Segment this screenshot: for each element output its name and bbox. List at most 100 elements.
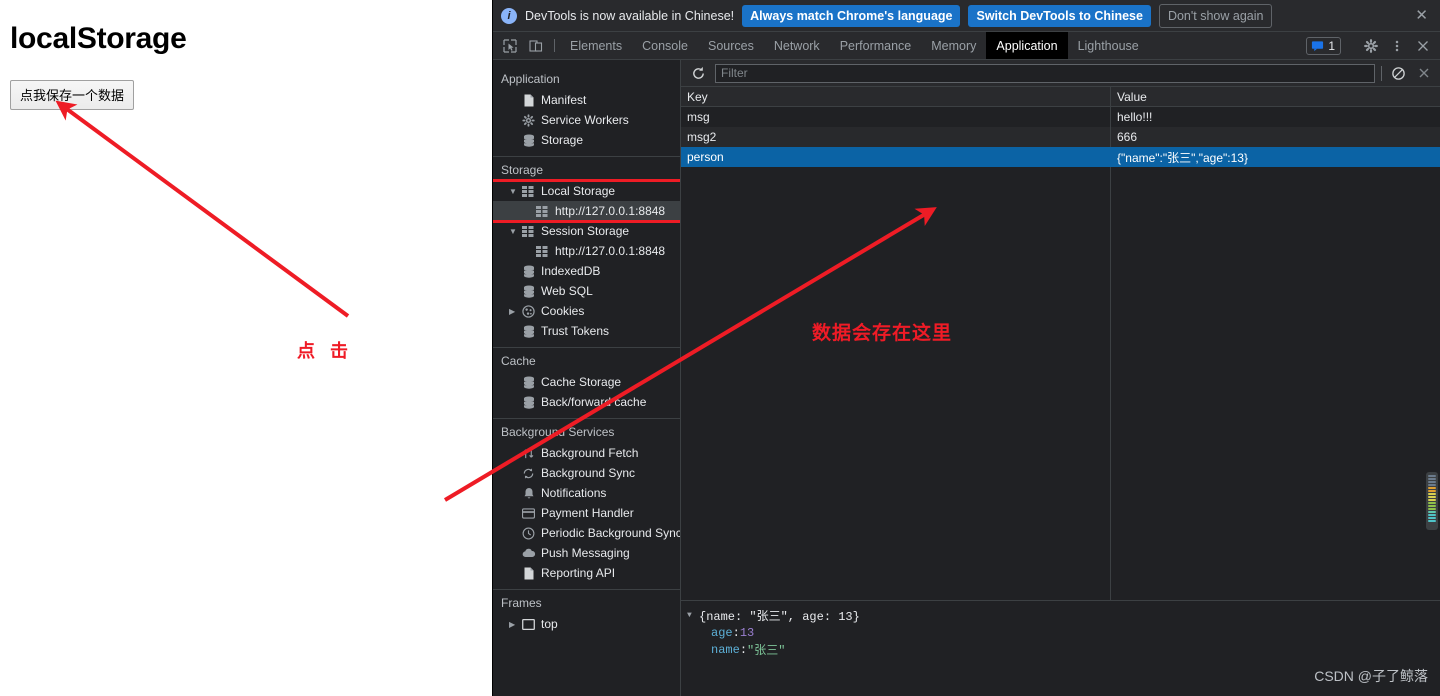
toolbar-divider bbox=[554, 39, 555, 52]
minimap-stripe bbox=[1428, 520, 1436, 522]
preview-property-key: age bbox=[711, 625, 733, 640]
annotation-stored-label: 数据会存在这里 bbox=[812, 323, 953, 344]
sidebar-item-label: Reporting API bbox=[541, 566, 616, 580]
chevron-right-icon[interactable]: ▶ bbox=[509, 307, 519, 316]
sidebar-item-trust-tokens[interactable]: Trust Tokens bbox=[493, 321, 680, 341]
message-count-badge[interactable]: 1 bbox=[1306, 36, 1341, 55]
preview-property-separator: : bbox=[739, 642, 748, 657]
sidebar-item-session-storage[interactable]: ▼ Session Storage bbox=[493, 221, 680, 241]
sidebar-item-local-storage[interactable]: ▼ Local Storage bbox=[493, 181, 680, 201]
sidebar-item-background-fetch[interactable]: Background Fetch bbox=[493, 443, 680, 463]
delete-selected-icon[interactable] bbox=[1414, 66, 1434, 80]
sidebar-item-reporting-api[interactable]: Reporting API bbox=[493, 563, 680, 583]
minimap-stripe bbox=[1428, 502, 1436, 504]
save-data-button[interactable]: 点我保存一个数据 bbox=[10, 80, 135, 110]
table-cell-key[interactable]: msg2 bbox=[681, 127, 1111, 147]
table-icon bbox=[535, 245, 550, 257]
cookie-icon bbox=[521, 304, 536, 318]
tab-application[interactable]: Application bbox=[986, 32, 1068, 59]
storage-key-value-table[interactable]: Key Value msg hello!!! msg2 666 person {"name… bbox=[681, 87, 1440, 600]
chevron-right-icon[interactable]: ▶ bbox=[509, 620, 519, 629]
minimap-stripe bbox=[1428, 496, 1436, 498]
table-cell-key[interactable]: msg bbox=[681, 107, 1111, 127]
application-sidebar[interactable]: Application Manifest Service Workers Storag… bbox=[493, 60, 681, 696]
sidebar-item-http-127-0-0-1-8848[interactable]: http://127.0.0.1:8848 bbox=[493, 201, 680, 221]
gear-icon[interactable] bbox=[1358, 38, 1384, 53]
sidebar-item-label: Service Workers bbox=[541, 113, 629, 127]
close-icon[interactable] bbox=[1410, 39, 1436, 53]
frame-icon bbox=[521, 618, 536, 630]
sidebar-item-label: Push Messaging bbox=[541, 546, 630, 560]
gear-icon bbox=[521, 113, 536, 127]
tab-elements[interactable]: Elements bbox=[560, 32, 632, 59]
sidebar-item-back-forward-cache[interactable]: Back/forward cache bbox=[493, 392, 680, 412]
chevron-down-icon[interactable]: ▼ bbox=[509, 227, 519, 236]
close-icon[interactable]: ✕ bbox=[1415, 8, 1428, 23]
sidebar-item-payment-handler[interactable]: Payment Handler bbox=[493, 503, 680, 523]
sidebar-item-push-messaging[interactable]: Push Messaging bbox=[493, 543, 680, 563]
device-toolbar-icon[interactable] bbox=[523, 32, 549, 59]
dont-show-again-button[interactable]: Don't show again bbox=[1158, 3, 1273, 28]
tab-memory[interactable]: Memory bbox=[921, 32, 986, 59]
sidebar-item-web-sql[interactable]: Web SQL bbox=[493, 281, 680, 301]
sidebar-item-manifest[interactable]: Manifest bbox=[493, 90, 680, 110]
kebab-menu-icon[interactable] bbox=[1384, 39, 1410, 53]
sidebar-item-cache-storage[interactable]: Cache Storage bbox=[493, 372, 680, 392]
sidebar-item-label: Payment Handler bbox=[541, 506, 634, 520]
banner-message: DevTools is now available in Chinese! bbox=[525, 8, 735, 23]
tab-console[interactable]: Console bbox=[632, 32, 698, 59]
chevron-down-icon[interactable]: ▼ bbox=[687, 611, 699, 620]
table-header-row: Key Value bbox=[681, 87, 1440, 107]
switch-devtools-to-chinese-button[interactable]: Switch DevTools to Chinese bbox=[968, 4, 1151, 27]
devtools-body: Application Manifest Service Workers Storag… bbox=[493, 60, 1440, 696]
table-cell-value[interactable]: 666 bbox=[1111, 127, 1440, 147]
sidebar-item-http-127-0-0-1-8848[interactable]: http://127.0.0.1:8848 bbox=[493, 241, 680, 261]
sidebar-section-title-frames: Frames bbox=[501, 596, 542, 610]
sidebar-item-label: http://127.0.0.1:8848 bbox=[555, 204, 666, 218]
sidebar-item-top[interactable]: ▶ top bbox=[493, 614, 680, 634]
sidebar-sections: Application Manifest Service Workers Storag… bbox=[493, 66, 680, 634]
tab-sources[interactable]: Sources bbox=[698, 32, 764, 59]
table-row[interactable]: person {"name":"张三","age":13} bbox=[681, 147, 1440, 167]
sidebar-item-label: Session Storage bbox=[541, 224, 630, 238]
sidebar-item-label: Web SQL bbox=[541, 284, 593, 298]
watermark: CSDN @子了鲸落 bbox=[1314, 668, 1428, 684]
table-empty-value-col bbox=[1111, 167, 1440, 600]
table-cell-value[interactable]: hello!!! bbox=[1111, 107, 1440, 127]
sidebar-item-periodic-background-sync[interactable]: Periodic Background Sync bbox=[493, 523, 680, 543]
sidebar-item-indexeddb[interactable]: IndexedDB bbox=[493, 261, 680, 281]
sidebar-item-notifications[interactable]: Notifications bbox=[493, 483, 680, 503]
chevron-down-icon[interactable]: ▼ bbox=[509, 187, 519, 196]
table-row[interactable]: msg2 666 bbox=[681, 127, 1440, 147]
minimap-stripe bbox=[1428, 487, 1436, 489]
tab-lighthouse[interactable]: Lighthouse bbox=[1068, 32, 1149, 59]
minimap-stripe bbox=[1428, 490, 1436, 492]
column-header-key[interactable]: Key bbox=[681, 87, 1111, 106]
tab-performance[interactable]: Performance bbox=[830, 32, 922, 59]
always-match-language-button[interactable]: Always match Chrome's language bbox=[742, 4, 961, 27]
tab-network[interactable]: Network bbox=[764, 32, 830, 59]
table-row[interactable]: msg hello!!! bbox=[681, 107, 1440, 127]
preview-root-line[interactable]: ▼ {name: "张三", age: 13} bbox=[681, 607, 1440, 624]
document-icon bbox=[521, 567, 536, 580]
preview-property-separator: : bbox=[732, 625, 740, 640]
sidebar-item-storage[interactable]: Storage bbox=[493, 130, 680, 150]
refresh-icon[interactable] bbox=[687, 66, 709, 81]
minimap-stripe bbox=[1428, 511, 1436, 513]
clock-icon bbox=[521, 527, 536, 540]
screenshot-root: localStorage 点我保存一个数据 i DevTools is now … bbox=[0, 0, 1440, 696]
table-cell-value[interactable]: {"name":"张三","age":13} bbox=[1111, 147, 1440, 167]
credit-card-icon bbox=[521, 507, 536, 519]
clear-all-icon[interactable] bbox=[1388, 66, 1408, 81]
table-cell-key[interactable]: person bbox=[681, 147, 1111, 167]
sidebar-item-label: Cache Storage bbox=[541, 375, 622, 389]
preview-property-line: age: 13 bbox=[681, 624, 1440, 641]
column-header-value[interactable]: Value bbox=[1111, 87, 1440, 106]
sidebar-item-service-workers[interactable]: Service Workers bbox=[493, 110, 680, 130]
message-count: 1 bbox=[1328, 38, 1335, 53]
inspect-element-icon[interactable] bbox=[497, 32, 523, 59]
scrollbar-minimap[interactable] bbox=[1426, 472, 1438, 530]
sidebar-item-cookies[interactable]: ▶ Cookies bbox=[493, 301, 680, 321]
sidebar-item-background-sync[interactable]: Background Sync bbox=[493, 463, 680, 483]
filter-input[interactable] bbox=[715, 63, 1375, 83]
